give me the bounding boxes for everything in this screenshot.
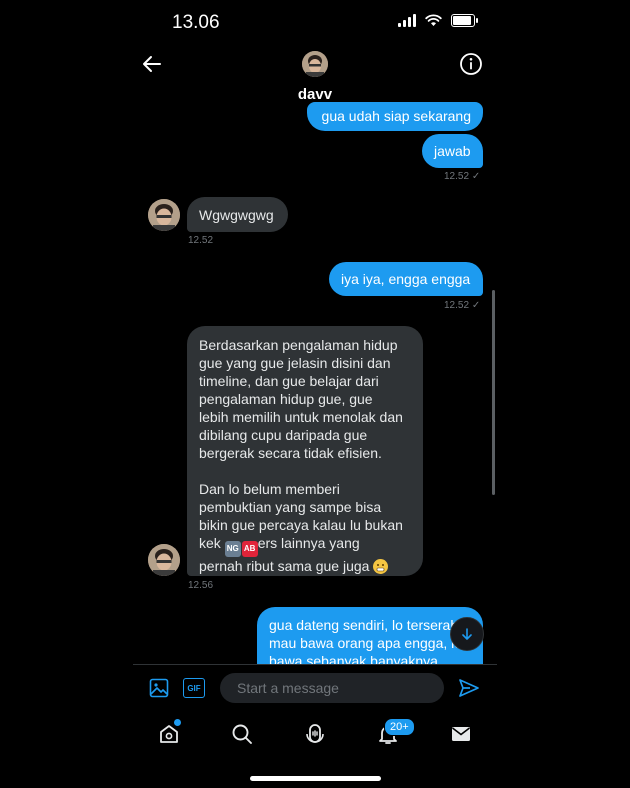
sender-avatar[interactable]: [148, 544, 180, 576]
message-input[interactable]: Start a message: [220, 673, 444, 703]
scrollbar-thumb[interactable]: [492, 290, 495, 495]
mail-icon[interactable]: [449, 722, 473, 746]
arrow-down-icon: [462, 628, 472, 640]
notification-badge: 20+: [384, 718, 415, 736]
message-paragraph-2: Dan lo belum memberi pembuktian yang sam…: [199, 481, 403, 574]
message-bubble-outgoing[interactable]: iya iya, engga engga: [329, 262, 483, 296]
back-arrow-icon[interactable]: [140, 52, 164, 76]
grimacing-face-emoji-icon: [373, 559, 389, 574]
gif-icon[interactable]: GIF: [183, 678, 205, 698]
message-bubble-outgoing[interactable]: jawab: [422, 134, 483, 168]
send-icon[interactable]: [458, 677, 480, 699]
ab-emoji-icon: AB: [241, 541, 258, 557]
wifi-icon: [425, 14, 442, 26]
spaces-icon[interactable]: [303, 722, 327, 746]
message-text: iya iya, engga engga: [341, 271, 471, 287]
search-icon[interactable]: [230, 722, 254, 746]
message-bubble-incoming[interactable]: Wgwgwgwg: [187, 197, 288, 232]
message-timestamp: 12.52 ✓: [444, 300, 481, 311]
status-time: 13.06: [172, 12, 220, 33]
message-text: Wgwgwgwg: [199, 207, 274, 223]
battery-icon: [451, 14, 475, 27]
sender-avatar[interactable]: [148, 199, 180, 231]
home-indicator[interactable]: [250, 776, 381, 781]
ng-emoji-icon: NG: [224, 541, 241, 557]
message-input-placeholder: Start a message: [237, 680, 339, 696]
composer-divider: [133, 664, 497, 665]
message-timestamp: 12.52: [188, 235, 214, 246]
message-paragraph-1: Berdasarkan pengalaman hidup gue yang gu…: [199, 337, 403, 461]
message-bubble-outgoing[interactable]: gua udah siap sekarang: [307, 102, 483, 131]
status-icons: [398, 14, 478, 27]
message-timestamp: 12.52 ✓: [444, 171, 481, 182]
scroll-to-bottom-button[interactable]: [450, 617, 484, 651]
home-notification-dot: [174, 719, 181, 726]
message-bubble-incoming[interactable]: Berdasarkan pengalaman hidup gue yang gu…: [187, 326, 423, 576]
message-text: gua udah siap sekarang: [321, 108, 471, 124]
message-timestamp: 12.56: [188, 580, 214, 591]
message-bubble-outgoing[interactable]: gua dateng sendiri, lo terserah mau bawa…: [257, 607, 483, 665]
message-text: jawab: [434, 143, 471, 159]
signal-icon: [398, 14, 416, 27]
image-icon[interactable]: [149, 678, 169, 698]
header-avatar[interactable]: [302, 51, 328, 77]
conversation-name[interactable]: davv: [270, 86, 360, 103]
info-icon[interactable]: [459, 52, 483, 76]
